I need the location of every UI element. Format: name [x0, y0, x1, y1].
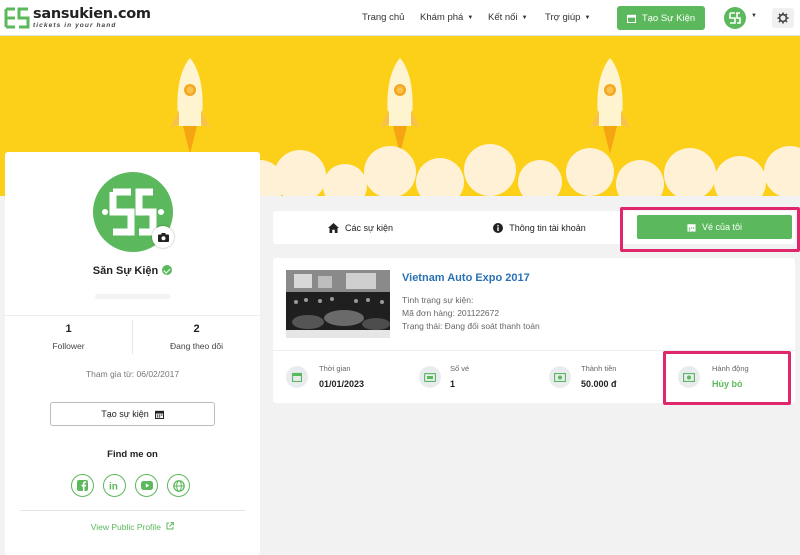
- total-icon-wrap: [549, 366, 571, 388]
- svg-text:in: in: [109, 482, 118, 492]
- linkedin-link[interactable]: in: [103, 474, 126, 497]
- view-public-profile-label: View Public Profile: [90, 522, 161, 532]
- ticket-icon: [424, 372, 436, 382]
- profile-placeholder: [95, 294, 170, 299]
- globe-icon: [172, 479, 185, 492]
- create-event-profile-label: Tạo sự kiện: [101, 409, 149, 419]
- caret-down-icon: ▼: [467, 15, 474, 21]
- nav-explore[interactable]: Khám phá ▼: [420, 12, 473, 23]
- user-menu-caret-icon[interactable]: ▼: [751, 13, 757, 19]
- profile-card: Săn Sự Kiện 1 Follower 2 Đang theo dõi T…: [5, 152, 260, 555]
- top-navbar: sansukien.com tickets in your hand Trang…: [0, 0, 800, 36]
- tab-account-label: Thông tin tài khoản: [509, 222, 586, 233]
- nav-help[interactable]: Trợ giúp ▼: [545, 12, 590, 23]
- logo-tagline: tickets in your hand: [33, 21, 117, 29]
- profile-name: Săn Sự Kiện: [92, 265, 159, 277]
- total-label: Thành tiền: [581, 364, 617, 373]
- time-icon-wrap: [286, 366, 308, 388]
- nav-help-label: Trợ giúp: [545, 12, 581, 23]
- quantity-value: 1: [450, 379, 456, 389]
- followers-stat[interactable]: 1 Follower: [5, 323, 132, 351]
- linkedin-icon: in: [109, 482, 118, 492]
- total-value: 50.000 đ: [581, 379, 617, 389]
- facebook-icon: [77, 480, 88, 491]
- highlight-box-tab: [620, 207, 800, 252]
- highlight-box-action: [663, 351, 791, 405]
- caret-down-icon: ▼: [584, 15, 591, 21]
- tab-account[interactable]: Thông tin tài khoản: [448, 211, 631, 244]
- followers-count: 1: [65, 323, 72, 335]
- nav-home-label: Trang chủ: [362, 12, 405, 23]
- user-avatar[interactable]: [724, 7, 746, 29]
- create-event-profile-button[interactable]: Tạo sự kiện: [50, 402, 215, 426]
- settings-button[interactable]: [772, 8, 794, 28]
- profile-divider: [20, 510, 245, 511]
- caret-down-icon: ▼: [521, 15, 528, 21]
- time-label: Thời gian: [319, 364, 351, 373]
- following-count: 2: [193, 323, 200, 335]
- calendar-icon: [154, 410, 164, 419]
- find-me-heading: Find me on: [107, 449, 158, 460]
- time-value: 01/01/2023: [319, 379, 365, 389]
- social-links: in: [71, 474, 199, 497]
- tab-events-label: Các sự kiện: [344, 222, 394, 233]
- following-label: Đang theo dõi: [170, 341, 223, 351]
- logo-name: sansukien.com: [33, 6, 151, 22]
- following-stat[interactable]: 2 Đang theo dõi: [133, 323, 260, 351]
- payment-state: Trạng thái: Đang đối soát thanh toán: [402, 321, 540, 331]
- followers-label: Follower: [52, 341, 85, 351]
- logo-mark-icon: [4, 5, 30, 31]
- facebook-link[interactable]: [71, 474, 94, 497]
- site-logo[interactable]: sansukien.com tickets in your hand: [4, 5, 151, 31]
- nav-home[interactable]: Trang chủ: [362, 12, 404, 23]
- website-link[interactable]: [167, 474, 190, 497]
- nav-explore-label: Khám phá: [420, 12, 464, 23]
- event-thumbnail[interactable]: [286, 270, 390, 338]
- gear-icon: [777, 12, 789, 24]
- profile-name-row: Săn Sự Kiện: [5, 265, 260, 277]
- change-avatar-button[interactable]: [152, 226, 174, 248]
- info-icon: [493, 222, 504, 233]
- calendar-icon: [626, 14, 636, 23]
- create-event-label: Tạo Sự Kiện: [641, 12, 696, 24]
- view-public-profile-link[interactable]: View Public Profile: [5, 522, 260, 532]
- profile-stats: 1 Follower 2 Đang theo dõi: [5, 315, 260, 355]
- youtube-link[interactable]: [135, 474, 158, 497]
- create-event-button[interactable]: Tạo Sự Kiện: [617, 6, 705, 30]
- verified-icon: [162, 265, 173, 275]
- money-icon: [554, 372, 566, 382]
- event-status: Tình trạng sự kiện:: [402, 295, 474, 305]
- event-title-link[interactable]: Vietnam Auto Expo 2017: [402, 272, 530, 284]
- quantity-icon-wrap: [419, 366, 441, 388]
- external-link-icon: [166, 522, 175, 530]
- home-icon: [327, 222, 339, 233]
- joined-date: Tham gia từ: 06/02/2017: [85, 369, 180, 379]
- event-photo: [286, 270, 390, 338]
- tab-events[interactable]: Các sự kiện: [273, 211, 448, 244]
- nav-connect[interactable]: Kết nối ▼: [488, 12, 528, 23]
- nav-connect-label: Kết nối: [488, 12, 518, 23]
- quantity-label: Số vé: [450, 364, 470, 373]
- camera-icon: [157, 232, 169, 242]
- youtube-icon: [140, 481, 153, 490]
- order-code: Mã đơn hàng: 201122672: [402, 308, 500, 318]
- calendar-icon: [292, 372, 302, 382]
